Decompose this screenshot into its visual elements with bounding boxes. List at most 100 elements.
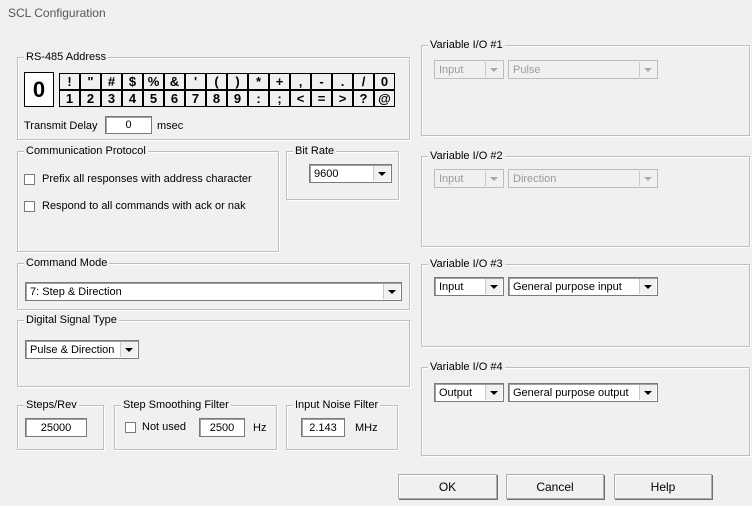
address-char-button[interactable]: .	[332, 73, 353, 90]
bit-rate-select[interactable]: 9600	[309, 164, 392, 183]
bit-rate-legend: Bit Rate	[293, 145, 337, 157]
variable-io-2-function-select[interactable]: Direction	[508, 169, 658, 188]
chevron-down-icon[interactable]	[383, 284, 400, 299]
digital-signal-type-legend: Digital Signal Type	[24, 314, 119, 326]
window-title: SCL Configuration	[8, 6, 106, 20]
address-char-button[interactable]: /	[353, 73, 374, 90]
variable-io-3-function-value: General purpose input	[513, 280, 622, 293]
variable-io-2-legend: Variable I/O #2	[428, 150, 505, 162]
address-char-button[interactable]: &	[164, 73, 185, 90]
chevron-down-icon[interactable]	[485, 385, 502, 400]
input-noise-legend: Input Noise Filter	[293, 399, 381, 411]
communication-protocol-group: Communication Protocol Prefix all respon…	[17, 145, 279, 252]
address-char-button[interactable]: 2	[80, 90, 101, 107]
respond-ack-nak-checkbox[interactable]	[24, 201, 35, 212]
address-char-button[interactable]: ,	[290, 73, 311, 90]
chevron-down-icon[interactable]	[639, 385, 656, 400]
variable-io-1-function-value: Pulse	[513, 63, 541, 76]
transmit-delay-unit: msec	[157, 120, 184, 132]
address-char-button[interactable]: +	[269, 73, 290, 90]
address-char-button[interactable]: "	[80, 73, 101, 90]
address-char-button[interactable]: (	[206, 73, 227, 90]
address-char-button[interactable]: 0	[374, 73, 395, 90]
variable-io-1-direction-select[interactable]: Input	[434, 60, 504, 79]
chevron-down-icon[interactable]	[639, 171, 656, 186]
address-char-button[interactable]: 8	[206, 90, 227, 107]
address-char-button[interactable]: :	[248, 90, 269, 107]
chevron-down-icon[interactable]	[373, 166, 390, 181]
chevron-down-icon[interactable]	[639, 62, 656, 77]
address-char-button[interactable]: =	[311, 90, 332, 107]
address-char-button[interactable]: <	[290, 90, 311, 107]
smoothing-not-used-checkbox[interactable]	[125, 422, 136, 433]
digital-signal-type-value: Pulse & Direction	[30, 343, 115, 356]
transmit-delay-label: Transmit Delay	[24, 120, 98, 132]
digital-signal-type-select[interactable]: Pulse & Direction	[25, 340, 139, 359]
variable-io-1-legend: Variable I/O #1	[428, 39, 505, 51]
command-mode-value: 7: Step & Direction	[30, 285, 122, 298]
address-char-button[interactable]: 6	[164, 90, 185, 107]
address-char-button[interactable]: 7	[185, 90, 206, 107]
smoothing-input[interactable]: 2500	[199, 418, 245, 437]
cancel-button[interactable]: Cancel	[506, 474, 604, 499]
address-char-button[interactable]: 5	[143, 90, 164, 107]
steps-rev-legend: Steps/Rev	[24, 399, 79, 411]
bit-rate-group: Bit Rate 9600	[286, 145, 399, 200]
rs485-current-address: 0	[24, 72, 54, 107]
address-char-button[interactable]: @	[374, 90, 395, 107]
variable-io-4-legend: Variable I/O #4	[428, 361, 505, 373]
variable-io-4-function-select[interactable]: General purpose output	[508, 383, 658, 402]
help-button[interactable]: Help	[614, 474, 712, 499]
address-char-button[interactable]: >	[332, 90, 353, 107]
input-noise-unit: MHz	[355, 422, 378, 434]
prefix-address-label: Prefix all responses with address charac…	[42, 173, 252, 185]
address-char-button[interactable]: #	[101, 73, 122, 90]
command-mode-group: Command Mode 7: Step & Direction	[17, 257, 410, 310]
ok-button[interactable]: OK	[398, 474, 497, 499]
variable-io-3-direction-select[interactable]: Input	[434, 277, 504, 296]
input-noise-input[interactable]: 2.143	[301, 418, 345, 437]
address-char-button[interactable]: %	[143, 73, 164, 90]
transmit-delay-input[interactable]: 0	[105, 116, 152, 134]
variable-io-3-group: Variable I/O #3 Input General purpose in…	[421, 258, 750, 347]
address-char-button[interactable]: 4	[122, 90, 143, 107]
variable-io-3-function-select[interactable]: General purpose input	[508, 277, 658, 296]
chevron-down-icon[interactable]	[485, 62, 502, 77]
chevron-down-icon[interactable]	[485, 171, 502, 186]
variable-io-4-direction-value: Output	[439, 386, 473, 399]
variable-io-4-direction-select[interactable]: Output	[434, 383, 504, 402]
digital-signal-type-group: Digital Signal Type Pulse & Direction	[17, 314, 410, 387]
communication-protocol-legend: Communication Protocol	[24, 145, 148, 157]
steps-rev-group: Steps/Rev 25000	[17, 399, 104, 450]
smoothing-not-used-label: Not used	[142, 421, 187, 433]
address-char-button[interactable]: '	[185, 73, 206, 90]
variable-io-4-group: Variable I/O #4 Output General purpose o…	[421, 361, 750, 456]
address-char-button[interactable]: *	[248, 73, 269, 90]
variable-io-2-direction-value: Input	[439, 172, 464, 185]
address-char-button[interactable]: )	[227, 73, 248, 90]
address-char-button[interactable]: 1	[59, 90, 80, 107]
address-char-button[interactable]: ?	[353, 90, 374, 107]
chevron-down-icon[interactable]	[639, 279, 656, 294]
address-char-button[interactable]: ;	[269, 90, 290, 107]
smoothing-unit: Hz	[253, 422, 267, 434]
step-smoothing-group: Step Smoothing Filter Not used 2500 Hz	[114, 399, 277, 450]
rs485-group: RS-485 Address 0 ! " # $% & '() * +, -./0 1 2 3 4 5 6 7…	[17, 51, 410, 140]
steps-rev-input[interactable]: 25000	[25, 418, 87, 437]
variable-io-4-function-value: General purpose output	[513, 386, 629, 399]
address-char-button[interactable]: !	[59, 73, 80, 90]
variable-io-3-legend: Variable I/O #3	[428, 258, 505, 270]
command-mode-select[interactable]: 7: Step & Direction	[25, 282, 402, 301]
chevron-down-icon[interactable]	[120, 342, 137, 357]
address-char-button[interactable]: 3	[101, 90, 122, 107]
address-char-button[interactable]: $	[122, 73, 143, 90]
chevron-down-icon[interactable]	[485, 279, 502, 294]
address-char-button[interactable]: 9	[227, 90, 248, 107]
address-char-button[interactable]: -	[311, 73, 332, 90]
prefix-address-checkbox[interactable]	[24, 174, 35, 185]
bit-rate-value: 9600	[314, 167, 339, 180]
rs485-legend: RS-485 Address	[24, 51, 109, 63]
variable-io-1-function-select[interactable]: Pulse	[508, 60, 658, 79]
variable-io-1-group: Variable I/O #1 Input Pulse	[421, 39, 750, 136]
variable-io-2-direction-select[interactable]: Input	[434, 169, 504, 188]
